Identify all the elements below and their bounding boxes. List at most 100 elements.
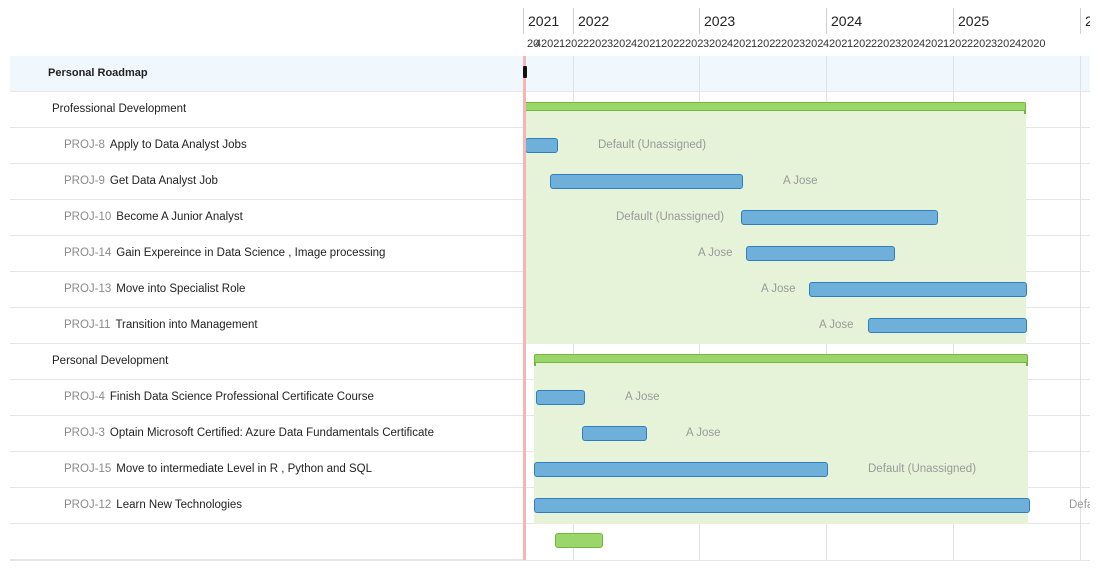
task-name[interactable]: Finish Data Science Professional Certifi… xyxy=(110,391,374,403)
assignee-label: A Jose xyxy=(625,391,660,403)
task-key[interactable]: PROJ-15 xyxy=(64,463,111,475)
quarter-label: 202 xyxy=(877,38,896,50)
quarter-label: 202 xyxy=(637,38,656,50)
task-name[interactable]: Get Data Analyst Job xyxy=(110,175,218,187)
task-bar[interactable] xyxy=(550,174,743,189)
empty-row[interactable] xyxy=(10,524,523,560)
task-key[interactable]: PROJ-12 xyxy=(64,499,111,511)
task-label: PROJ-15 Move to intermediate Level in R ,… xyxy=(64,463,372,475)
year-label: 2024 xyxy=(831,13,863,29)
task-bar[interactable] xyxy=(741,210,938,225)
assignee-label: Default (Unassigned) xyxy=(616,211,725,223)
quarter-label: 202 xyxy=(949,38,968,50)
assignee-label: A Jose xyxy=(686,427,721,439)
task-label: PROJ-4 Finish Data Science Professional C… xyxy=(64,391,374,403)
quarter-label: 202 xyxy=(565,38,584,50)
quarter-label: 202 xyxy=(733,38,752,50)
task-label: PROJ-9 Get Data Analyst Job xyxy=(64,175,218,187)
task-row[interactable]: PROJ-4 Finish Data Science Professional C… xyxy=(10,380,523,416)
quarter-label: 202 xyxy=(853,38,872,50)
task-label: PROJ-3 Optain Microsoft Certified: Azure … xyxy=(64,427,434,439)
quarter-label: 202 xyxy=(589,38,608,50)
quarter-header: 20 4 202 1 202 2 202 3 202 4 202 1 202 2 202 3 202 4 202 1 2… xyxy=(523,34,1090,57)
task-label: PROJ-14 Gain Expereince in Data Science ,… xyxy=(64,247,385,259)
task-bar[interactable] xyxy=(582,426,647,441)
task-row[interactable]: PROJ-9 Get Data Analyst Job xyxy=(10,164,523,200)
year-label: 2021 xyxy=(528,13,560,29)
task-row[interactable]: PROJ-11 Transition into Management xyxy=(10,308,523,344)
task-label: PROJ-13 Move into Specialist Role xyxy=(64,283,245,295)
task-list-header xyxy=(10,0,523,57)
assignee-label: A Jose xyxy=(783,175,818,187)
quarter-label: 202 xyxy=(613,38,632,50)
task-key[interactable]: PROJ-11 xyxy=(64,319,110,331)
group-bar[interactable] xyxy=(534,354,1028,366)
task-name[interactable]: Move to intermediate Level in R , Python… xyxy=(116,463,372,475)
task-row[interactable]: PROJ-15 Move to intermediate Level in R ,… xyxy=(10,452,523,488)
quarter-label: 202 xyxy=(781,38,800,50)
task-row[interactable]: PROJ-10 Become A Junior Analyst xyxy=(10,200,523,236)
quarter-label: 202 xyxy=(901,38,920,50)
task-label: PROJ-10 Become A Junior Analyst xyxy=(64,211,243,223)
task-name[interactable]: Optain Microsoft Certified: Azure Data F… xyxy=(110,427,434,439)
task-bar[interactable] xyxy=(809,282,1027,297)
today-flag-icon xyxy=(523,66,527,78)
task-label: PROJ-11 Transition into Management xyxy=(64,319,258,331)
timeline-row xyxy=(523,56,1090,92)
task-row[interactable]: PROJ-13 Move into Specialist Role xyxy=(10,272,523,308)
assignee-label: A Jose xyxy=(761,283,796,295)
group-row[interactable]: Professional Development xyxy=(10,92,523,128)
gantt-roadmap: Personal Roadmap Professional Development… xyxy=(0,0,1100,571)
quarter-label: 2020 xyxy=(1021,38,1046,50)
task-label: PROJ-8 Apply to Data Analyst Jobs xyxy=(64,139,247,151)
quarter-label: 202 xyxy=(997,38,1016,50)
quarter-label: 202 xyxy=(829,38,848,50)
task-name[interactable]: Gain Expereince in Data Science , Image … xyxy=(116,247,385,259)
task-row[interactable]: PROJ-8 Apply to Data Analyst Jobs xyxy=(10,128,523,164)
task-key[interactable]: PROJ-3 xyxy=(64,427,105,439)
task-bar[interactable] xyxy=(868,318,1027,333)
year-label: 2 xyxy=(1085,13,1090,29)
task-key[interactable]: PROJ-9 xyxy=(64,175,105,187)
task-label: PROJ-12 Learn New Technologies xyxy=(64,499,242,511)
year-label: 2025 xyxy=(958,13,990,29)
task-bar[interactable] xyxy=(746,246,895,261)
task-name[interactable]: Become A Junior Analyst xyxy=(116,211,243,223)
task-key[interactable]: PROJ-13 xyxy=(64,283,111,295)
quarter-label: 202 xyxy=(709,38,728,50)
quarter-label: 202 xyxy=(685,38,704,50)
quarter-label: 202 xyxy=(757,38,776,50)
quarter-label: 202 xyxy=(925,38,944,50)
new-item-bar[interactable] xyxy=(555,533,603,548)
roadmap-title: Personal Roadmap xyxy=(48,67,148,79)
task-name[interactable]: Transition into Management xyxy=(115,319,257,331)
year-gridline xyxy=(1080,56,1081,561)
assignee-label: Default (Unassigned) xyxy=(598,139,707,151)
group-row[interactable]: Personal Development xyxy=(10,344,523,380)
task-key[interactable]: PROJ-4 xyxy=(64,391,105,403)
quarter-label: 202 xyxy=(805,38,824,50)
quarter-label: 202 xyxy=(973,38,992,50)
year-label: 2023 xyxy=(704,13,736,29)
roadmap-title-row[interactable]: Personal Roadmap xyxy=(10,56,523,92)
task-list-panel: Personal Roadmap Professional Development… xyxy=(10,0,523,571)
quarter-label: 202 xyxy=(541,38,560,50)
task-row[interactable]: PROJ-14 Gain Expereince in Data Science ,… xyxy=(10,236,523,272)
task-bar[interactable] xyxy=(534,498,1030,513)
task-row[interactable]: PROJ-3 Optain Microsoft Certified: Azure … xyxy=(10,416,523,452)
quarter-label: 202 xyxy=(661,38,680,50)
task-name[interactable]: Learn New Technologies xyxy=(116,499,242,511)
task-key[interactable]: PROJ-14 xyxy=(64,247,111,259)
task-name[interactable]: Move into Specialist Role xyxy=(116,283,245,295)
timeline-panel[interactable]: 2021 2022 2023 2024 2025 2 20 4 202 1 202 2 202 3 202… xyxy=(523,0,1090,571)
task-key[interactable]: PROJ-8 xyxy=(64,139,105,151)
task-row[interactable]: PROJ-12 Learn New Technologies xyxy=(10,488,523,524)
task-bar[interactable] xyxy=(534,462,828,477)
task-bar[interactable] xyxy=(525,138,558,153)
assignee-label: Defa xyxy=(1069,499,1090,511)
task-name[interactable]: Apply to Data Analyst Jobs xyxy=(110,139,247,151)
group-bar[interactable] xyxy=(524,102,1026,114)
task-bar[interactable] xyxy=(536,390,585,405)
group-name: Professional Development xyxy=(52,103,187,115)
task-key[interactable]: PROJ-10 xyxy=(64,211,111,223)
